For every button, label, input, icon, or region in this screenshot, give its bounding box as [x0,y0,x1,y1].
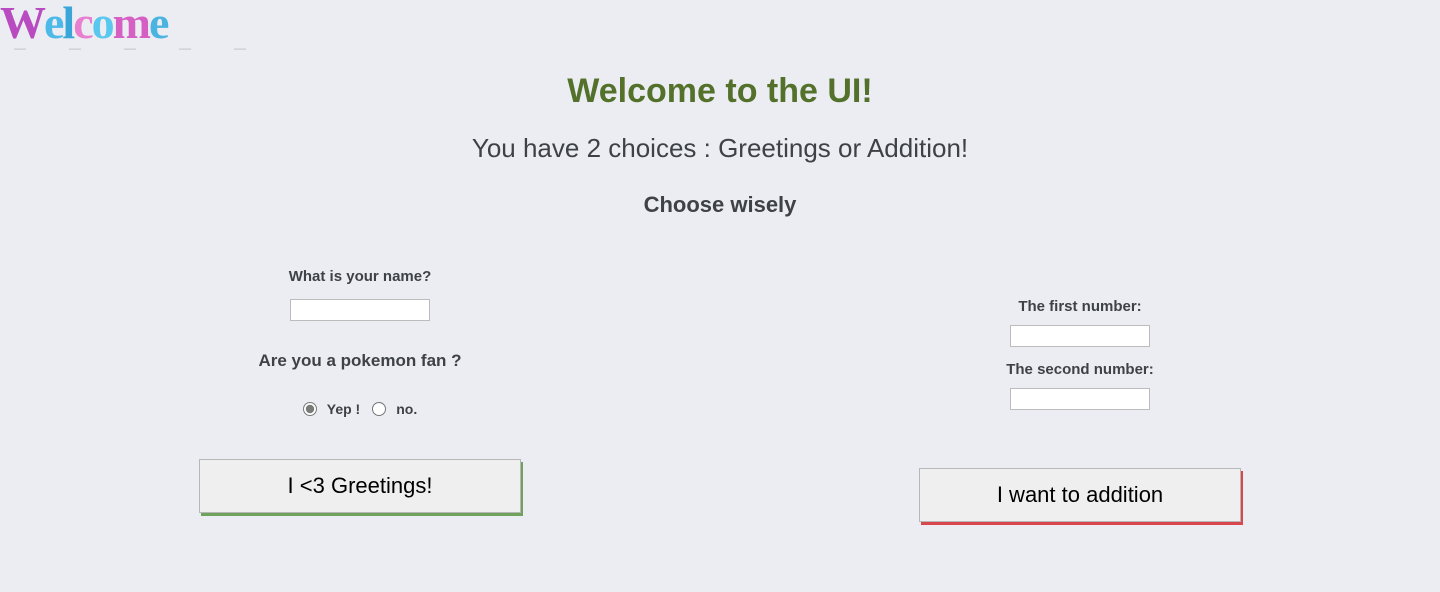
page-tagline: Choose wisely [0,192,1440,218]
fan-radio-group: Yep ! no. [303,401,417,417]
first-number-label: The first number: [1018,298,1141,315]
fan-radio-no-label[interactable]: no. [372,401,417,417]
addition-section: The first number: The second number: I w… [720,268,1440,522]
name-input[interactable] [290,299,430,321]
page-subtitle: You have 2 choices : Greetings or Additi… [0,133,1440,164]
greetings-button[interactable]: I <3 Greetings! [199,459,521,513]
greetings-section: What is your name? Are you a pokemon fan… [0,268,720,522]
fan-radio-no-text: no. [396,401,417,417]
welcome-logo: Welcome — — — — — [0,0,266,54]
fan-radio-no[interactable] [372,402,386,416]
fan-radio-yes-text: Yep ! [327,401,360,417]
fan-question-label: Are you a pokemon fan ? [258,351,461,371]
addition-button[interactable]: I want to addition [919,468,1241,522]
fan-radio-yes[interactable] [303,402,317,416]
fan-radio-yes-label[interactable]: Yep ! [303,401,360,417]
name-label: What is your name? [289,268,432,285]
second-number-input[interactable] [1010,388,1150,410]
second-number-label: The second number: [1006,361,1154,378]
page-title: Welcome to the UI! [0,72,1440,111]
first-number-input[interactable] [1010,325,1150,347]
